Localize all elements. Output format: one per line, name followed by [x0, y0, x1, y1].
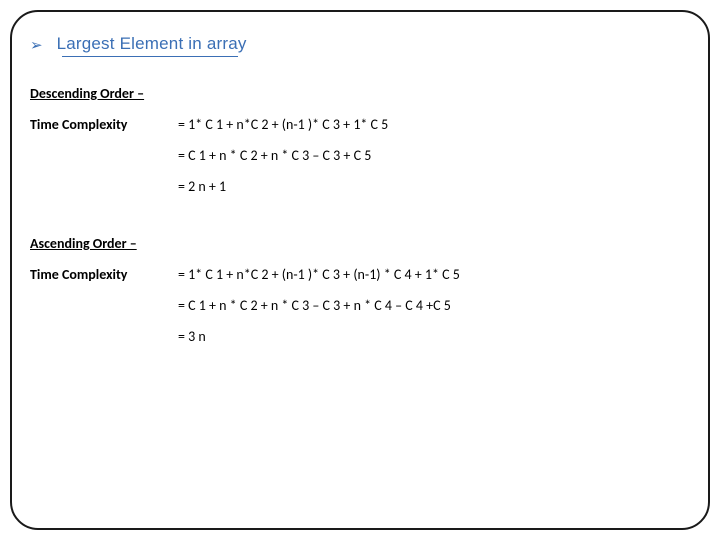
- equation-text: = C 1 + n * C 2 + n * C 3 – C 3 + C 5: [178, 147, 690, 164]
- equation-row: Time Complexity = 1* C 1 + n*C 2 + (n-1 …: [30, 266, 690, 283]
- equation-text: = 1* C 1 + n*C 2 + (n-1 )* C 3 + (n-1) *…: [178, 266, 690, 283]
- title-row: ➢ Largest Element in array: [30, 34, 690, 54]
- complexity-label: Time Complexity: [30, 116, 178, 133]
- bullet-icon: ➢: [30, 39, 43, 54]
- equation-text: = 1* C 1 + n*C 2 + (n-1 )* C 3 + 1* C 5: [178, 116, 690, 133]
- section-gap: [30, 209, 690, 235]
- equation-text: = 3 n: [178, 328, 690, 345]
- complexity-label: Time Complexity: [30, 266, 178, 283]
- equation-row: = C 1 + n * C 2 + n * C 3 – C 3 + n * C …: [30, 297, 690, 314]
- slide-title: Largest Element in array: [57, 34, 247, 54]
- slide-frame: ➢ Largest Element in array Descending Or…: [10, 10, 710, 530]
- equation-row: Time Complexity = 1* C 1 + n*C 2 + (n-1 …: [30, 116, 690, 133]
- section-heading: Descending Order –: [30, 85, 690, 102]
- slide: ➢ Largest Element in array Descending Or…: [0, 0, 720, 540]
- equation-text: = 2 n + 1: [178, 178, 690, 195]
- title-underline: [62, 56, 238, 57]
- equation-row: = C 1 + n * C 2 + n * C 3 – C 3 + C 5: [30, 147, 690, 164]
- equation-text: = C 1 + n * C 2 + n * C 3 – C 3 + n * C …: [178, 297, 690, 314]
- equation-row: = 3 n: [30, 328, 690, 345]
- equation-row: = 2 n + 1: [30, 178, 690, 195]
- section-heading: Ascending Order –: [30, 235, 690, 252]
